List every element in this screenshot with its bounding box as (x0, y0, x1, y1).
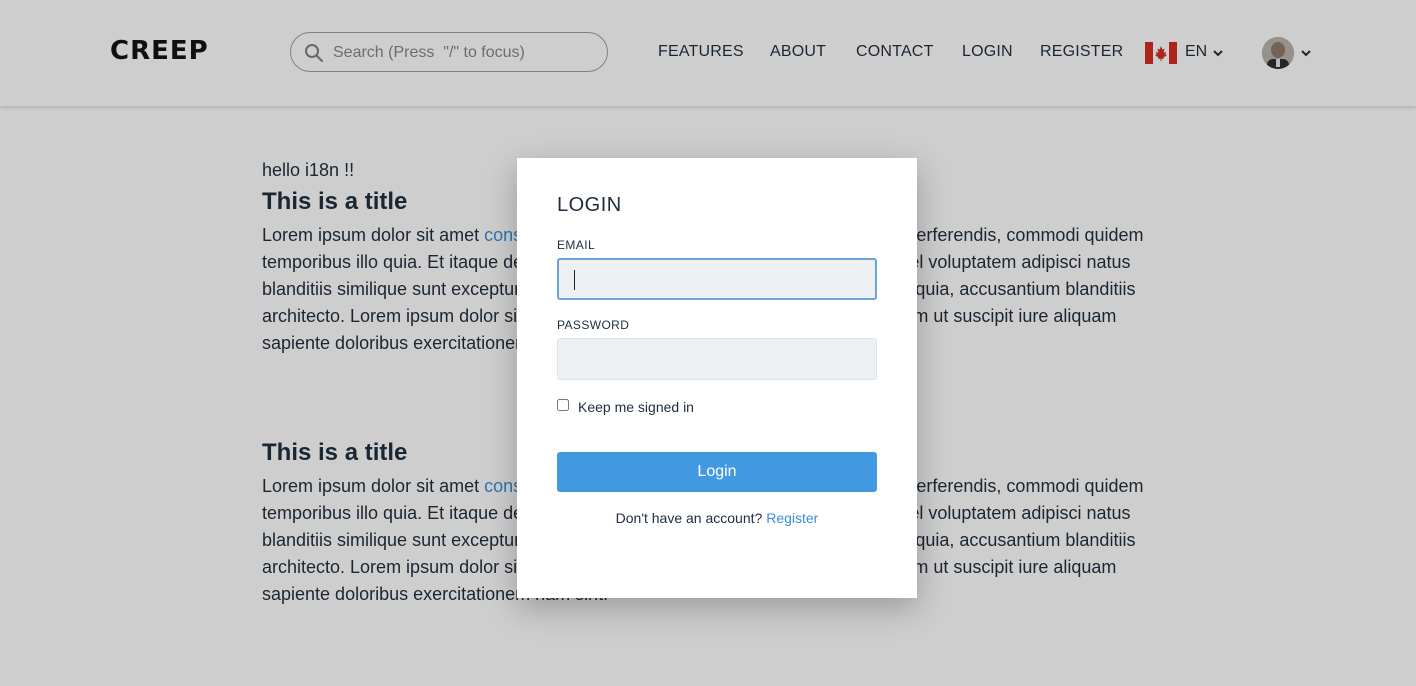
modal-title: LOGIN (557, 194, 622, 216)
email-field[interactable] (557, 258, 877, 300)
register-link[interactable]: Register (766, 510, 818, 526)
no-account-text: Don't have an account? (615, 510, 763, 526)
email-label: EMAIL (557, 238, 596, 252)
register-prompt: Don't have an account? Register (517, 510, 917, 526)
password-field[interactable] (557, 338, 877, 380)
login-modal: LOGIN EMAIL PASSWORD Keep me signed in L… (517, 158, 917, 598)
login-button[interactable]: Login (557, 452, 877, 492)
remember-me-checkbox[interactable] (557, 399, 569, 411)
text-caret (574, 270, 575, 290)
remember-me-label: Keep me signed in (578, 399, 694, 415)
password-label: PASSWORD (557, 318, 630, 332)
